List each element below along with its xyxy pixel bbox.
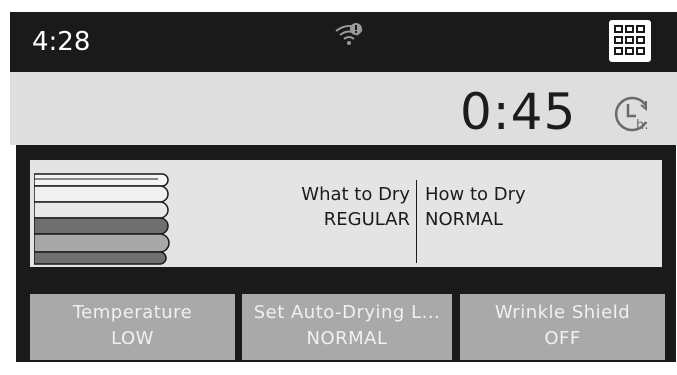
how-to-dry: How to Dry NORMAL xyxy=(425,182,526,232)
temperature-button[interactable]: Temperature LOW xyxy=(30,294,235,360)
remaining-time: 0:45 xyxy=(460,83,577,141)
grid-menu-icon xyxy=(614,25,645,55)
what-to-dry-label: What to Dry xyxy=(301,184,410,205)
cycle-panel: What to Dry REGULAR How to Dry NORMAL xyxy=(16,145,676,282)
auto-drying-level-button[interactable]: Set Auto-Drying L... NORMAL xyxy=(242,294,452,360)
temperature-value: LOW xyxy=(111,328,154,349)
wifi-alert-icon xyxy=(332,20,366,50)
wrinkle-shield-button[interactable]: Wrinkle Shield OFF xyxy=(460,294,665,360)
grid-menu-button[interactable] xyxy=(609,20,651,62)
svg-text:h:: h: xyxy=(636,118,649,133)
options-bar: Temperature LOW Set Auto-Drying L... NOR… xyxy=(16,282,676,362)
what-to-dry-value: REGULAR xyxy=(323,209,410,230)
status-bar: 4:28 xyxy=(10,12,677,72)
cycle-divider xyxy=(416,180,417,263)
how-to-dry-label: How to Dry xyxy=(425,184,526,205)
auto-drying-level-value: NORMAL xyxy=(306,328,388,349)
clock-time: 4:28 xyxy=(32,27,91,57)
auto-drying-level-label: Set Auto-Drying L... xyxy=(253,302,441,323)
cycle-selector[interactable]: What to Dry REGULAR How to Dry NORMAL xyxy=(28,158,664,269)
wrinkle-shield-value: OFF xyxy=(544,328,581,349)
what-to-dry: What to Dry REGULAR xyxy=(225,182,410,232)
delay-timer-icon: h: xyxy=(614,96,649,133)
laundry-stack-icon xyxy=(33,166,184,266)
wrinkle-shield-label: Wrinkle Shield xyxy=(494,302,631,323)
how-to-dry-value: NORMAL xyxy=(425,209,504,230)
temperature-label: Temperature xyxy=(72,302,193,323)
delay-timer-button[interactable]: h: xyxy=(610,92,654,136)
timer-panel: 0:45 h: xyxy=(10,72,677,145)
dryer-screen: 4:28 0:45 h: What to Dry REGULAR How to … xyxy=(10,0,677,375)
